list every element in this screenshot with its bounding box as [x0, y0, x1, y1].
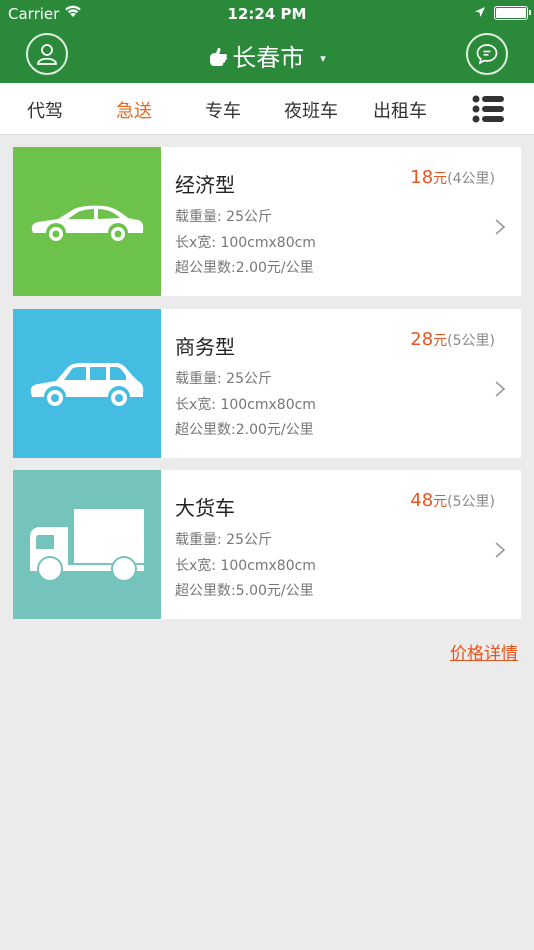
price-amount: 18 — [410, 167, 434, 188]
price-amount: 28 — [410, 329, 434, 350]
city-name: 长春市 — [232, 44, 305, 72]
vehicle-name: 商务型 — [175, 335, 235, 359]
vehicle-price: 18元(4公里) — [410, 167, 495, 188]
vehicle-load: 载重量: 25公斤 — [175, 371, 272, 387]
tab-jisong[interactable]: 急送 — [89, 97, 179, 123]
vehicle-name: 大货车 — [175, 496, 235, 520]
price-unit: 元 — [433, 333, 448, 349]
city-dropdown-caret-icon: ▾ — [320, 52, 326, 65]
city-selector[interactable]: 长春市 ▾ — [0, 38, 534, 73]
clock: 12:24 PM — [227, 5, 307, 23]
tab-daijia[interactable]: 代驾 — [0, 97, 90, 123]
vehicle-size: 长x宽: 100cmx80cm — [175, 558, 316, 574]
vehicle-card-truck[interactable]: 大货车 48元(5公里) 载重量: 25公斤 长x宽: 100cmx80cm 超… — [13, 470, 521, 619]
vehicle-name: 经济型 — [175, 173, 235, 197]
truck-icon — [30, 508, 144, 582]
vehicle-image — [13, 470, 161, 619]
battery-icon — [494, 6, 531, 20]
sedan-car-icon — [31, 205, 144, 243]
status-bar: Carrier 12:24 PM — [0, 0, 534, 27]
vehicle-size: 长x宽: 100cmx80cm — [175, 397, 316, 413]
price-distance-note: (5公里) — [447, 494, 495, 510]
vehicle-size: 长x宽: 100cmx80cm — [175, 235, 316, 251]
vehicle-load: 载重量: 25公斤 — [175, 209, 272, 225]
message-icon — [476, 44, 498, 65]
price-distance-note: (5公里) — [447, 333, 495, 349]
vehicle-load: 载重量: 25公斤 — [175, 532, 272, 548]
tab-chuzuche[interactable]: 出租车 — [355, 97, 445, 123]
thumb-logo-icon — [210, 47, 228, 66]
price-unit: 元 — [433, 494, 448, 510]
chevron-right-icon — [495, 381, 506, 397]
chevron-right-icon — [495, 219, 506, 235]
price-details-link[interactable]: 价格详情 — [450, 639, 518, 664]
vehicle-card-business[interactable]: 商务型 28元(5公里) 载重量: 25公斤 长x宽: 100cmx80cm 超… — [13, 309, 521, 458]
vehicle-extra-rate: 超公里数:2.00元/公里 — [175, 422, 314, 438]
price-unit: 元 — [433, 171, 448, 187]
service-tabs: 代驾 急送 专车 夜班车 出租车 — [0, 83, 534, 135]
vehicle-card-economy[interactable]: 经济型 18元(4公里) 载重量: 25公斤 长x宽: 100cmx80cm 超… — [13, 147, 521, 296]
vehicle-price: 28元(5公里) — [410, 329, 495, 350]
top-bar: Carrier 12:24 PM 长春市 ▾ — [0, 0, 534, 83]
vehicle-image — [13, 309, 161, 458]
vehicle-extra-rate: 超公里数:5.00元/公里 — [175, 583, 314, 599]
vehicle-image — [13, 147, 161, 296]
list-menu-icon[interactable] — [472, 95, 504, 123]
messages-button[interactable] — [466, 33, 508, 75]
price-amount: 48 — [410, 490, 434, 511]
price-distance-note: (4公里) — [447, 171, 495, 187]
vehicle-extra-rate: 超公里数:2.00元/公里 — [175, 260, 314, 276]
location-arrow-icon — [475, 7, 485, 17]
tab-yebanche[interactable]: 夜班车 — [266, 97, 356, 123]
chevron-right-icon — [495, 542, 506, 558]
suv-car-icon — [30, 362, 144, 408]
vehicle-price: 48元(5公里) — [410, 490, 495, 511]
tab-zhuanche[interactable]: 专车 — [178, 97, 268, 123]
